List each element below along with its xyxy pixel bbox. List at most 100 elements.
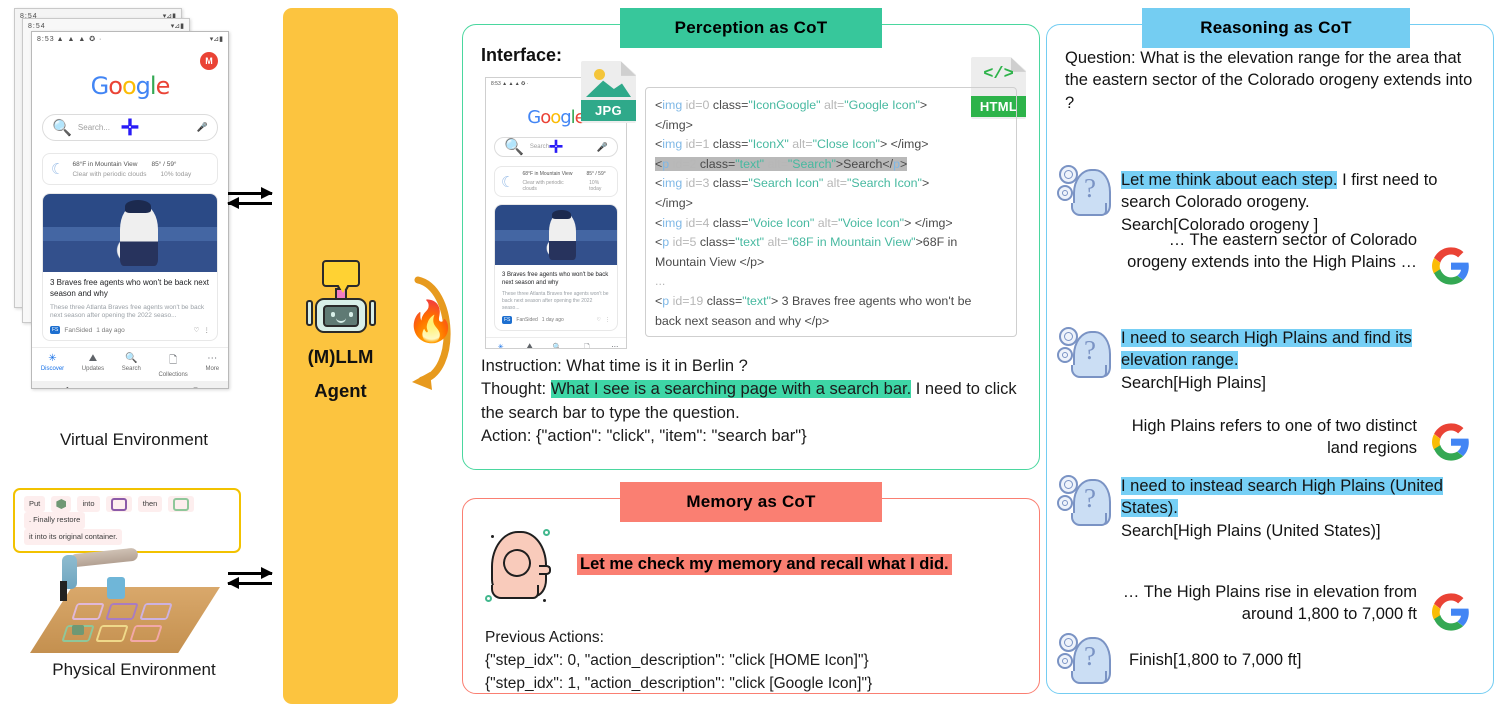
moon-icon: ☾ (51, 161, 65, 178)
tab-collections[interactable]: 🗋 Collections (158, 353, 187, 378)
purple-container-icon (105, 496, 132, 513)
phone-status-bar: 8:53 ▲ ▲ ▲ ✪ · ▾⊿▮ (32, 32, 228, 46)
status-right-icons: ▾⊿▮ (209, 36, 223, 43)
search-input[interactable]: 🔍 Search... ✛ 🎤 (42, 114, 218, 141)
gear-icon (1057, 347, 1073, 363)
search-result-text: … The eastern sector of Colorado orogeny… (1127, 231, 1417, 272)
code-line: <img id=4 class="Voice Icon" alt="Voice … (655, 214, 1007, 234)
code-token: alt= (764, 235, 788, 250)
code-token: class= (699, 235, 736, 250)
code-token: class= (699, 156, 736, 171)
instruction-text: What time is it in Berlin ? (566, 357, 748, 375)
search-icon: 🔍 (52, 119, 72, 137)
code-line: <img id=1 class="IconX" alt="Close Icon"… (655, 135, 1007, 155)
mini-news-title: 3 Braves free agents who won't be back n… (502, 272, 609, 287)
android-navbar[interactable]: ◀ ● ■ (32, 381, 228, 388)
code-line: <img id=0 class="IconGoogle" alt="Google… (655, 96, 1007, 116)
updates-icon: ⛰ (526, 343, 533, 349)
google-g-icon (1432, 423, 1470, 461)
mini-tabbar: ✳Discover ⛰Updates 🔍Search 🗋Collections … (486, 337, 626, 349)
physical-environment-label: Physical Environment (52, 660, 216, 679)
phone-foreground-google-app[interactable]: 8:53 ▲ ▲ ▲ ✪ · ▾⊿▮ M Google 🔍 Search... … (31, 31, 229, 389)
thinking-head-icon: ? (1057, 473, 1117, 529)
mini-tab-more: ⋯More (610, 343, 620, 349)
search-result-text: … The High Plains rise in elevation from… (1122, 583, 1417, 624)
home-button[interactable]: ● (128, 385, 133, 388)
jpg-file-icon: JPG (581, 61, 636, 123)
instr-word-then: then (137, 496, 163, 513)
action-line: Action: {"action": "click", "item": "sea… (481, 425, 1026, 448)
mini-tab-collections: 🗋Collections (576, 343, 598, 348)
mini-news-card: 3 Braves free agents who won't be back n… (494, 204, 618, 332)
news-description: These three Atlanta Braves free agents w… (50, 303, 205, 320)
code-token: class= (712, 137, 749, 152)
weather-temp: 68°F in Mountain View (72, 160, 138, 168)
training-cycle: 🔥 (400, 272, 466, 392)
previous-action-item: {"step_idx": 1, "action_description": "c… (485, 674, 873, 692)
mic-icon[interactable]: 🎤 (197, 122, 208, 133)
status-time: 8:53 (37, 36, 55, 43)
arrows-physical (227, 565, 273, 592)
google-g-icon (1432, 593, 1470, 631)
tab-label: Discover (40, 366, 65, 373)
head-nose (539, 565, 551, 575)
code-token: alt= (823, 176, 848, 191)
reasoning-step: I need to search High Plains and find it… (1121, 327, 1471, 394)
robot-icon (305, 260, 376, 340)
mountain-icon (586, 80, 631, 97)
virtual-environment-label: Virtual Environment (59, 430, 209, 449)
mini-weather-cond: Clear with periodic clouds (522, 180, 564, 192)
collections-icon: 🗋 (169, 355, 178, 367)
news-card[interactable]: 3 Braves free agents who won't be back n… (42, 193, 218, 342)
mini-news-meta: FS FanSided 1 day ago ♡ ⋮ (495, 311, 617, 330)
mini-tab-updates: ⛰Updates (521, 343, 538, 349)
robot-arm-base (107, 577, 125, 599)
wooden-table (30, 587, 220, 653)
recents-button[interactable]: ■ (193, 385, 198, 388)
code-token: "text" (742, 293, 771, 308)
news-age: 1 day ago (96, 326, 125, 334)
back-button[interactable]: ◀ (62, 385, 68, 388)
memory-quote: Let me check my memory and recall what I… (577, 554, 952, 575)
instruction-line: Instruction: What time is it in Berlin ? (481, 355, 1026, 378)
reasoning-panel: Question: What is the elevation range fo… (1046, 24, 1494, 694)
perception-panel: Interface: 8:53 ▲ ▲ ▲ ✪ · ▾⊿▮ Google 🔍 S… (462, 24, 1040, 470)
bottom-tabbar[interactable]: ✳ Discover ⛰ Updates 🔍 Search 🗋 Collections … (32, 347, 228, 381)
arrow-right (228, 187, 273, 199)
tab-label: Collections (158, 372, 188, 379)
weather-card[interactable]: ☾ 68°F in Mountain View 85° / 59° Clear w… (42, 153, 218, 185)
arrow-left (227, 197, 272, 209)
flame-icon: 🔥 (406, 300, 456, 344)
code-token: p (893, 156, 900, 171)
reasoning-question: Question: What is the elevation range fo… (1065, 49, 1473, 112)
tab-more[interactable]: ⋯ More (205, 353, 219, 378)
code-token: "Close Icon" (812, 137, 880, 152)
code-token: ... (655, 274, 666, 289)
overflow-menu-icon: ⋮ (605, 317, 610, 324)
code-token: id=2 (669, 156, 700, 171)
cell-pink (71, 603, 105, 620)
heart-icon[interactable]: ♡ (194, 326, 200, 334)
code-token: > (921, 176, 930, 191)
tab-search[interactable]: 🔍 Search (122, 353, 141, 378)
code-token: > (899, 156, 908, 171)
tab-updates[interactable]: ⛰ Updates (82, 353, 104, 378)
tab-label: Search (121, 366, 141, 373)
speech-bubble-icon (321, 260, 360, 297)
news-title: 3 Braves free agents who won't be back n… (50, 278, 209, 298)
code-token: "Voice Icon" (748, 215, 815, 230)
thought-highlight: What I see is a searching page with a se… (550, 380, 912, 399)
cursor-plus-icon: ✛ (120, 114, 140, 140)
more-icon: ⋯ (611, 344, 619, 349)
agent-name-line1: (M)LLM (307, 346, 374, 367)
tab-discover[interactable]: ✳ Discover (41, 353, 64, 378)
code-token: "Search" (787, 156, 836, 171)
overflow-menu-icon[interactable]: ⋮ (204, 326, 211, 334)
robot-gripper (60, 581, 67, 601)
avatar[interactable]: M (200, 52, 218, 70)
weather-condition: Clear with periodic clouds (72, 170, 147, 178)
heart-icon: ♡ (596, 317, 601, 324)
gear-icon (1059, 165, 1078, 184)
code-token: id=1 (682, 137, 713, 152)
memory-panel-title: Memory as CoT (620, 482, 882, 522)
